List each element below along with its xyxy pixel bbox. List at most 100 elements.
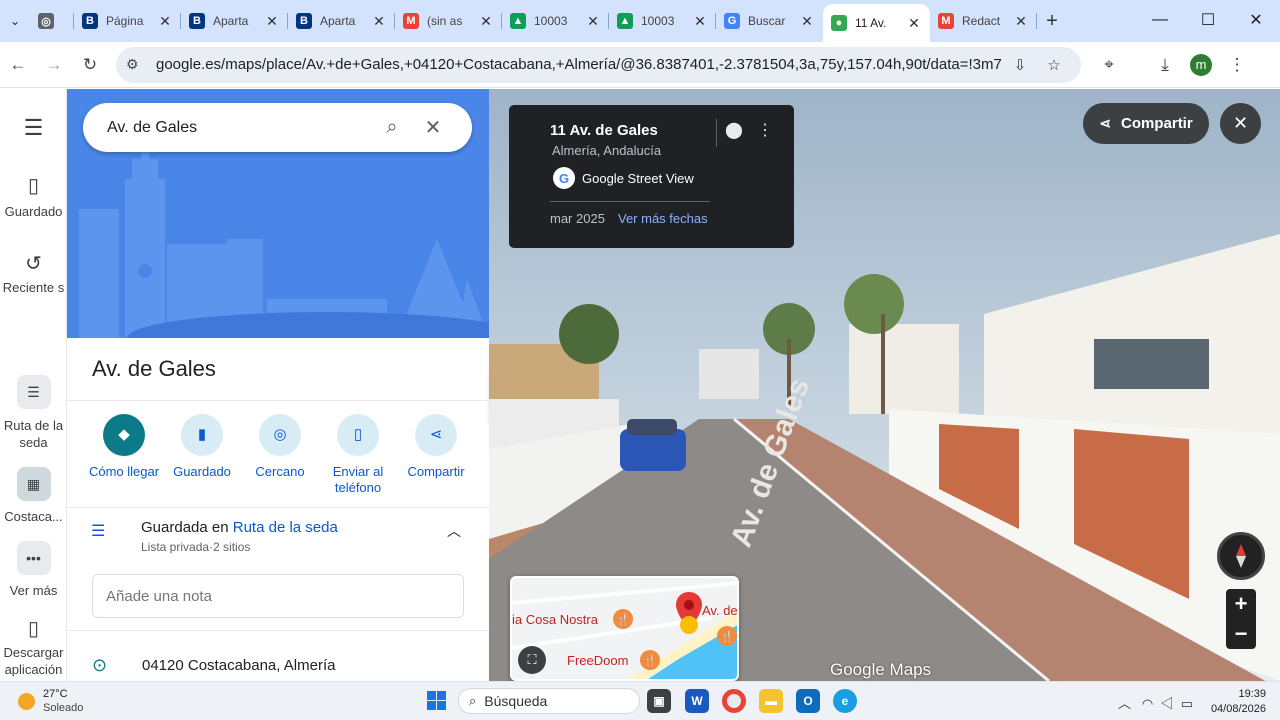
card-date: mar 2025 [550,211,605,226]
tab-title: Aparta [213,14,249,28]
action-send-to-phone[interactable]: ▯ Enviar al teléfono [319,414,397,496]
more-dates-link[interactable]: Ver más fechas [618,211,708,226]
close-tab-icon[interactable]: ✕ [692,13,708,30]
forward-button[interactable]: → [36,47,72,83]
gmail-icon: M [403,13,419,29]
rail-route-list[interactable]: ☰ Ruta de la seda [0,375,67,451]
openai-icon: ◎ [38,13,54,29]
booking-icon: B [189,13,205,29]
list-icon: ☰ [91,523,106,540]
divider [67,630,489,631]
more-options-icon[interactable]: ⋮ [757,120,773,140]
note-input[interactable] [92,574,464,618]
zoom-out-button[interactable]: − [1226,619,1256,649]
rail-saved[interactable]: ▯ Guardado [0,173,67,219]
rail-recents[interactable]: ↺ Reciente s [0,254,67,296]
windows-start-icon[interactable] [427,691,446,710]
word-icon[interactable]: W [685,689,709,713]
compass[interactable] [1217,532,1265,580]
address-bar[interactable]: ⚙ google.es/maps/place/Av.+de+Gales,+041… [116,46,1081,83]
browser-tab[interactable]: M (sin as ✕ [395,4,502,38]
close-tab-icon[interactable]: ✕ [157,13,173,30]
clock[interactable]: 19:39 04/08/2026 [1206,687,1266,717]
close-tab-icon[interactable]: ✕ [1013,13,1029,30]
downloads-icon[interactable]: ⤓ [1147,47,1183,83]
tab-title: (sin as [427,14,463,28]
close-tab-icon[interactable]: ✕ [585,13,601,30]
street-view[interactable]: Av. de Gales 11 Av. de Gales Almería, An… [489,89,1280,681]
browser-tab[interactable]: ▲ 10003 ✕ [502,4,609,38]
close-tab-icon[interactable]: ✕ [371,13,387,30]
restaurant-icon: 🍴 [613,609,633,629]
browser-tab[interactable]: ▲ 10003 ✕ [609,4,716,38]
profile-button[interactable]: m [1183,47,1219,83]
bookmark-icon: ▮ [181,414,223,456]
tab-title: Buscar [748,14,786,28]
battery-icon[interactable]: ▭ [1181,696,1193,711]
tab-search-dropdown[interactable]: ⌄ [0,0,30,42]
system-tray[interactable]: ︿ ◠ ◁ ▭ [1118,693,1193,712]
action-nearby[interactable]: ◎ Cercano [241,414,319,496]
close-tab-icon[interactable]: ✕ [264,13,280,30]
lens-icon[interactable]: ⌖ [1091,47,1127,83]
drive-icon: ▲ [510,13,526,29]
search-icon[interactable]: ⌕ [366,116,418,139]
close-tab-icon[interactable]: ✕ [478,13,494,30]
expand-map-icon[interactable]: ⛶ [518,646,546,674]
mini-map[interactable]: ia Cosa Nostra 🍴 FreeDoom 🍴 Av. de 🍴 ⛶ [510,576,739,681]
close-window-icon[interactable]: ✕ [1232,0,1280,40]
volume-icon[interactable]: ◁ [1160,696,1173,711]
site-info-icon[interactable]: ⚙ [126,56,150,73]
action-label: Compartir [407,464,465,479]
browser-menu-icon[interactable]: ⋮ [1219,47,1255,83]
chevron-up-icon[interactable]: ︿ [1118,696,1131,711]
browser-tab[interactable]: ◎ [30,4,74,38]
chrome-icon[interactable] [722,689,746,713]
clear-search-icon[interactable]: ✕ [418,115,448,140]
install-app-icon[interactable]: ⇩ [1003,56,1037,74]
maximize-icon[interactable]: ☐ [1184,0,1232,40]
close-street-view-button[interactable]: ✕ [1220,103,1261,144]
search-box[interactable]: ⌕ ✕ [83,103,472,152]
share-button[interactable]: ⋖ Compartir [1083,103,1209,144]
close-tab-icon[interactable]: ✕ [906,15,922,32]
action-directions[interactable]: ◆ Cómo llegar [85,414,163,496]
action-bookmark[interactable]: ▮ Guardado [163,414,241,496]
divider [67,507,489,508]
outlook-icon[interactable]: O [796,689,820,713]
edge-icon[interactable]: e [833,689,857,713]
minimize-icon[interactable]: — [1136,0,1184,40]
reload-button[interactable]: ↻ [72,47,108,83]
rail-download-app[interactable]: ▯ Descargar aplicación [0,619,67,678]
browser-tab[interactable]: B Aparta ✕ [181,4,288,38]
rail-more[interactable]: ••• Ver más [0,541,67,598]
new-tab-button[interactable]: + [1037,4,1067,38]
browser-tab[interactable]: B Aparta ✕ [288,4,395,38]
chevron-up-icon[interactable]: ︿ [447,521,461,541]
task-view-icon[interactable]: ▣ [647,689,671,713]
back-button[interactable]: ← [0,47,36,83]
browser-tab[interactable]: B Página ✕ [74,4,181,38]
location-pin-icon[interactable]: ⬤ [725,120,743,140]
close-tab-icon[interactable]: ✕ [799,13,815,30]
action-label: Enviar al teléfono [332,464,384,495]
bookmark-star-icon[interactable]: ☆ [1037,56,1071,74]
window-controls: — ☐ ✕ [1136,0,1280,40]
taskbar-search[interactable]: ⌕ Búsqueda [458,688,640,714]
wifi-icon[interactable]: ◠ [1142,696,1153,711]
zoom-in-button[interactable]: + [1226,589,1256,619]
street-view-marker-icon [680,616,698,634]
action-label: Guardado [173,464,231,479]
url-text[interactable]: google.es/maps/place/Av.+de+Gales,+04120… [156,56,1003,73]
menu-button[interactable]: ☰ [0,115,67,147]
browser-tab[interactable]: ● 11 Av. ✕ [823,4,930,42]
search-input[interactable] [107,118,366,137]
browser-tab[interactable]: G Buscar ✕ [716,4,823,38]
browser-tab[interactable]: M Redact ✕ [930,4,1037,38]
saved-list-link[interactable]: Ruta de la seda [233,519,338,536]
action-share[interactable]: ⋖ Compartir [397,414,475,496]
street-view-info-card: 11 Av. de Gales Almería, Andalucía ⬤ ⋮ G… [509,105,794,248]
rail-costacabana[interactable]: ▦ Costaca... [0,467,67,524]
file-explorer-icon[interactable]: ▬ [759,689,783,713]
directions-icon: ◆ [103,414,145,456]
